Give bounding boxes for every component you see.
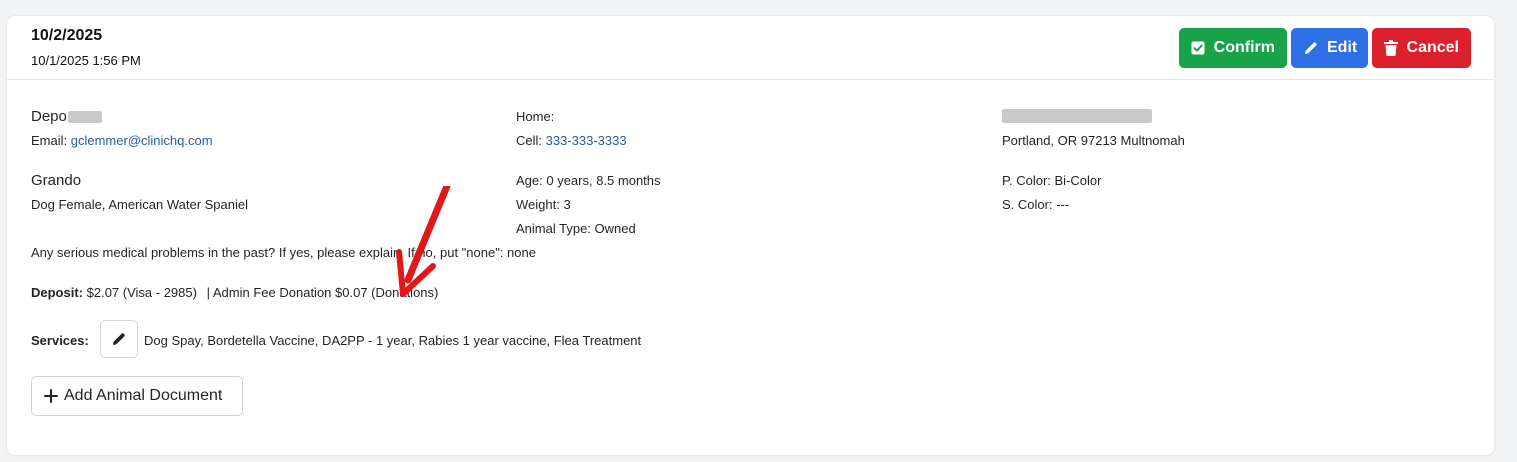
services-label: Services: <box>31 333 89 348</box>
cancel-button[interactable]: Cancel <box>1372 28 1471 68</box>
redacted-street-address <box>1002 109 1152 123</box>
edit-services-button[interactable] <box>100 320 138 358</box>
redacted-name <box>67 111 102 124</box>
client-email-row: Email: gclemmer@clinichq.com <box>31 133 213 148</box>
services-list: Dog Spay, Bordetella Vaccine, DA2PP - 1 … <box>144 333 642 348</box>
animal-primary-color: P. Color: Bi-Color <box>1002 173 1102 188</box>
animal-type: Animal Type: Owned <box>516 221 636 236</box>
appointment-date: 10/2/2025 <box>31 27 103 44</box>
home-label: Home: <box>516 109 555 124</box>
client-city-line: Portland, OR 97213 Multnomah <box>1002 133 1185 148</box>
client-name: Depo <box>31 108 102 125</box>
animal-name: Grando <box>31 172 82 189</box>
home-phone-row: Home: <box>516 109 554 124</box>
deposit-value: $2.07 (Visa - 2985) <box>86 285 197 300</box>
confirm-label: Confirm <box>1213 39 1275 56</box>
plus-icon <box>44 389 58 403</box>
client-email-link[interactable]: gclemmer@clinichq.com <box>71 133 213 148</box>
animal-description: Dog Female, American Water Spaniel <box>31 197 249 212</box>
animal-weight: Weight: 3 <box>516 197 571 212</box>
email-label: Email: <box>31 133 68 148</box>
edit-button[interactable]: Edit <box>1291 28 1368 68</box>
add-document-label: Add Animal Document <box>64 387 223 404</box>
edit-label: Edit <box>1327 39 1358 56</box>
appointment-card: 10/2/2025 10/1/2025 1:56 PM Confirm Edit… <box>7 16 1494 455</box>
appointment-created-datetime: 10/1/2025 1:56 PM <box>31 53 141 68</box>
cell-phone-link[interactable]: 333-333-3333 <box>546 133 627 148</box>
add-animal-document-button[interactable]: Add Animal Document <box>31 376 243 416</box>
confirm-button[interactable]: Confirm <box>1179 28 1287 68</box>
deposit-row: Deposit: $2.07 (Visa - 2985) | Admin Fee… <box>31 285 438 300</box>
animal-age: Age: 0 years, 8.5 months <box>516 173 661 188</box>
deposit-label: Deposit: <box>31 285 83 300</box>
cell-label: Cell: <box>516 133 543 148</box>
check-square-icon <box>1191 40 1206 56</box>
pencil-icon <box>1303 40 1319 56</box>
deposit-separator: | <box>206 285 210 300</box>
cell-phone-row: Cell: 333-333-3333 <box>516 133 627 148</box>
animal-secondary-color: S. Color: --- <box>1002 197 1070 212</box>
pencil-icon <box>111 331 127 347</box>
cancel-label: Cancel <box>1406 39 1459 56</box>
trash-icon <box>1384 40 1399 56</box>
client-name-text: Depo <box>31 108 67 125</box>
card-header: 10/2/2025 10/1/2025 1:56 PM Confirm Edit… <box>7 16 1494 80</box>
annotation-arrow-icon <box>396 186 451 297</box>
